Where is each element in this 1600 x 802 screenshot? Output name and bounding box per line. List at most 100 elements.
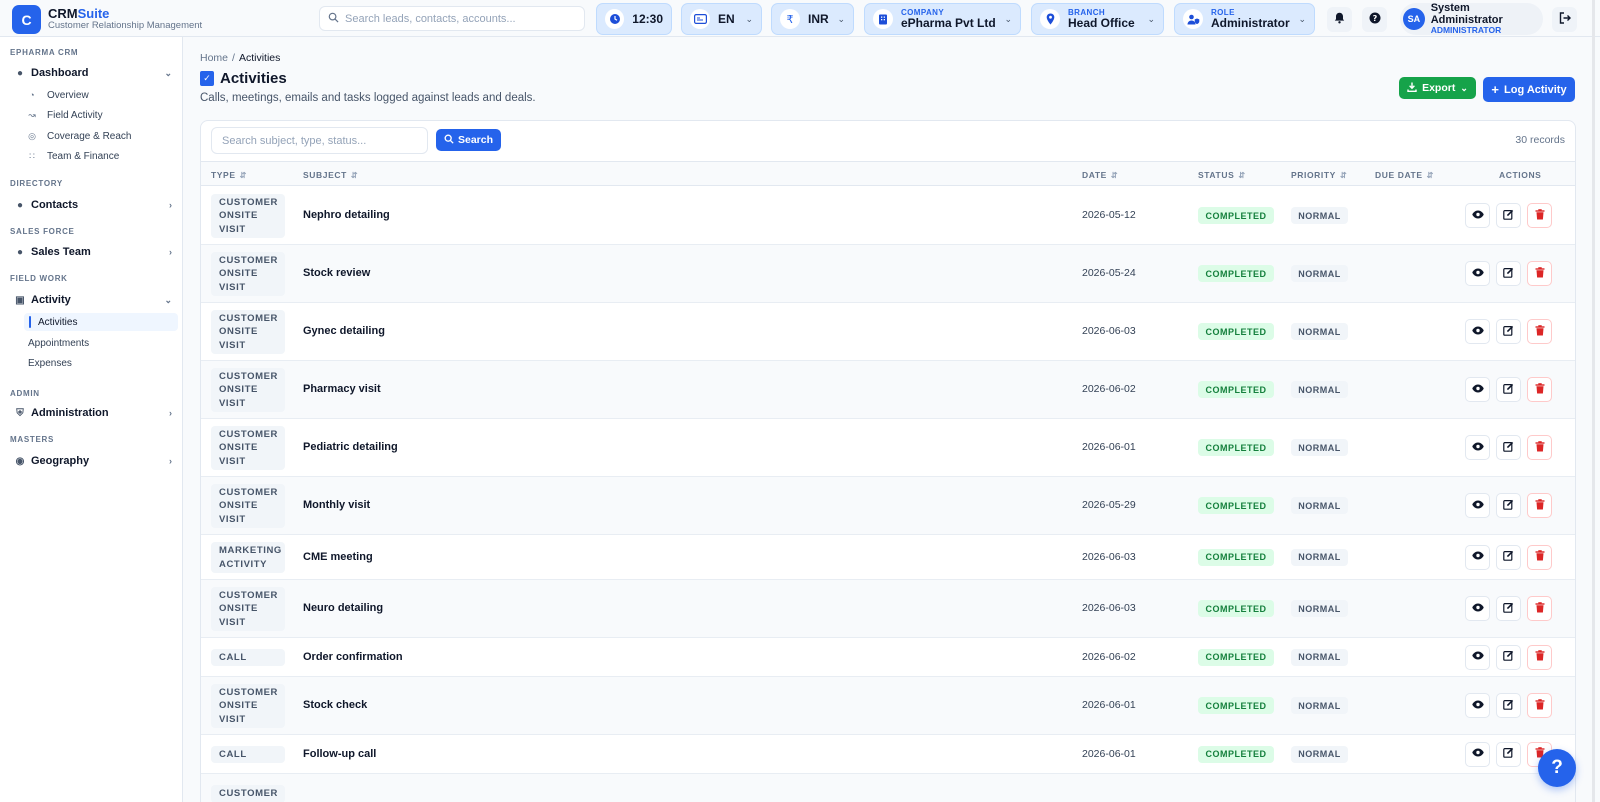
sidebar-item-expenses[interactable]: Expenses — [28, 354, 178, 372]
activity-subject[interactable]: Order confirmation — [303, 651, 403, 663]
activity-subject[interactable]: Monthly visit — [303, 499, 370, 511]
table-row[interactable]: CUSTOMER ONSITE VISIT Neuro detailing 2026… — [201, 580, 1575, 638]
sidebar-item-contacts[interactable]: ● Contacts › — [8, 195, 176, 215]
chevron-down-icon: ⌄ — [1460, 82, 1468, 93]
edit-button[interactable] — [1496, 644, 1521, 670]
activity-subject[interactable]: CME meeting — [303, 551, 373, 563]
activity-subject[interactable]: Stock check — [303, 699, 367, 711]
edit-icon — [1503, 209, 1514, 223]
sidebar-item-administration[interactable]: ⛨ Administration › — [8, 403, 176, 423]
search-button[interactable]: Search — [436, 129, 501, 151]
brand[interactable]: C CRMSuite Customer Relationship Managem… — [12, 5, 202, 34]
table-search-input[interactable] — [211, 127, 428, 154]
column-header-status[interactable]: STATUS ⇵ — [1198, 170, 1246, 180]
table-row[interactable]: CUSTOMER ONSITE VISIT Pediatric detailing… — [201, 419, 1575, 477]
view-button[interactable] — [1465, 203, 1490, 228]
activity-subject[interactable]: Pediatric detailing — [303, 441, 398, 453]
view-button[interactable] — [1465, 493, 1490, 518]
view-button[interactable] — [1465, 261, 1490, 286]
edit-button[interactable] — [1496, 435, 1521, 460]
column-header-date[interactable]: DATE ⇵ — [1082, 170, 1118, 180]
export-button[interactable]: Export ⌄ — [1399, 77, 1476, 99]
sidebar-item-field-activity[interactable]: ↝ Field Activity — [26, 106, 176, 124]
sidebar-item-overview[interactable]: ◔ Overview — [26, 86, 176, 104]
view-button[interactable] — [1465, 544, 1490, 570]
edit-button[interactable] — [1496, 319, 1521, 344]
delete-button[interactable] — [1527, 644, 1552, 670]
breadcrumb-home[interactable]: Home — [200, 52, 228, 64]
edit-button[interactable] — [1496, 203, 1521, 228]
activity-subject[interactable]: Follow-up call — [303, 748, 376, 760]
search-icon — [328, 12, 339, 26]
delete-button[interactable] — [1527, 493, 1552, 518]
role-selector[interactable]: ROLE Administrator ⌄ — [1174, 3, 1315, 35]
activity-subject[interactable]: Gynec detailing — [303, 325, 385, 337]
view-button[interactable] — [1465, 693, 1490, 718]
sidebar-item-activities[interactable]: Activities — [24, 313, 178, 331]
delete-button[interactable] — [1527, 544, 1552, 570]
table-row[interactable]: CUSTOMER ONSITE VISIT Nephro detailing 202… — [201, 187, 1575, 245]
log-activity-button[interactable]: + Log Activity — [1483, 77, 1575, 102]
edit-icon — [1503, 747, 1514, 761]
column-header-priority[interactable]: PRIORITY ⇵ — [1291, 170, 1347, 180]
branch-selector[interactable]: BRANCH Head Office ⌄ — [1031, 3, 1164, 35]
view-button[interactable] — [1465, 435, 1490, 460]
table-row[interactable]: CUSTOMER — [201, 774, 1575, 802]
language-selector[interactable]: EN ⌄ — [681, 3, 762, 35]
edit-button[interactable] — [1496, 493, 1521, 518]
sidebar-item-appointments[interactable]: Appointments — [28, 334, 178, 352]
vertical-scrollbar[interactable] — [1592, 0, 1595, 802]
sidebar-item-sales-team[interactable]: ● Sales Team › — [8, 242, 176, 262]
help-fab-button[interactable]: ? — [1538, 749, 1576, 787]
help-button[interactable]: ? — [1362, 7, 1387, 32]
edit-button[interactable] — [1496, 741, 1521, 767]
global-search[interactable] — [319, 6, 585, 31]
activity-subject[interactable]: Pharmacy visit — [303, 383, 381, 395]
sidebar-item-coverage-reach[interactable]: ◎ Coverage & Reach — [26, 127, 176, 145]
priority-badge: NORMAL — [1291, 381, 1348, 398]
view-button[interactable] — [1465, 596, 1490, 621]
column-header-type[interactable]: TYPE ⇵ — [211, 170, 247, 180]
delete-button[interactable] — [1527, 596, 1552, 621]
view-button[interactable] — [1465, 741, 1490, 767]
table-row[interactable]: CALL Follow-up call 2026-06-01 COMPLETED NOR… — [201, 735, 1575, 774]
delete-button[interactable] — [1527, 693, 1552, 718]
edit-button[interactable] — [1496, 261, 1521, 286]
company-selector[interactable]: COMPANY ePharma Pvt Ltd ⌄ — [864, 3, 1021, 35]
sidebar-item-activity[interactable]: ▣ Activity ⌄ — [8, 290, 176, 310]
view-button[interactable] — [1465, 377, 1490, 402]
delete-button[interactable] — [1527, 435, 1552, 460]
delete-button[interactable] — [1527, 261, 1552, 286]
delete-button[interactable] — [1527, 319, 1552, 344]
edit-button[interactable] — [1496, 596, 1521, 621]
table-row[interactable]: CALL Order confirmation 2026-06-02 COMPLETE… — [201, 638, 1575, 677]
delete-button[interactable] — [1527, 377, 1552, 402]
view-button[interactable] — [1465, 644, 1490, 670]
edit-button[interactable] — [1496, 377, 1521, 402]
table-row[interactable]: CUSTOMER ONSITE VISIT Stock check 2026-06-… — [201, 677, 1575, 735]
column-header-due-date[interactable]: DUE DATE ⇵ — [1375, 170, 1434, 180]
edit-button[interactable] — [1496, 693, 1521, 718]
table-row[interactable]: CUSTOMER ONSITE VISIT Pharmacy visit 2026-… — [201, 361, 1575, 419]
activity-subject[interactable]: Stock review — [303, 267, 370, 279]
user-menu[interactable]: SA System Administrator ADMINISTRATOR — [1400, 2, 1543, 35]
sidebar-item-geography[interactable]: ◉ Geography › — [8, 451, 176, 471]
delete-button[interactable] — [1527, 203, 1552, 228]
view-button[interactable] — [1465, 319, 1490, 344]
activity-subject[interactable]: Nephro detailing — [303, 209, 390, 221]
table-row[interactable]: CUSTOMER ONSITE VISIT Monthly visit 2026-0… — [201, 477, 1575, 535]
table-row[interactable]: CUSTOMER ONSITE VISIT Gynec detailing 2026… — [201, 303, 1575, 361]
sidebar-item-team-finance[interactable]: ∷ Team & Finance — [26, 147, 176, 165]
column-header-subject[interactable]: SUBJECT ⇵ — [303, 170, 358, 180]
table-row[interactable]: CUSTOMER ONSITE VISIT Stock review 2026-05… — [201, 245, 1575, 303]
clock-pill[interactable]: 12:30 — [596, 3, 672, 35]
global-search-input[interactable] — [345, 12, 565, 25]
activity-subject[interactable]: Neuro detailing — [303, 602, 383, 614]
logout-button[interactable] — [1552, 7, 1577, 32]
sidebar-item-dashboard[interactable]: ● Dashboard ⌄ — [8, 63, 176, 83]
edit-button[interactable] — [1496, 544, 1521, 570]
table-row[interactable]: MARKETING ACTIVITY CME meeting 2026-06-03 C… — [201, 535, 1575, 580]
currency-selector[interactable]: ₹ INR ⌄ — [771, 3, 854, 35]
trash-icon — [1535, 650, 1545, 664]
notifications-button[interactable] — [1327, 7, 1352, 32]
